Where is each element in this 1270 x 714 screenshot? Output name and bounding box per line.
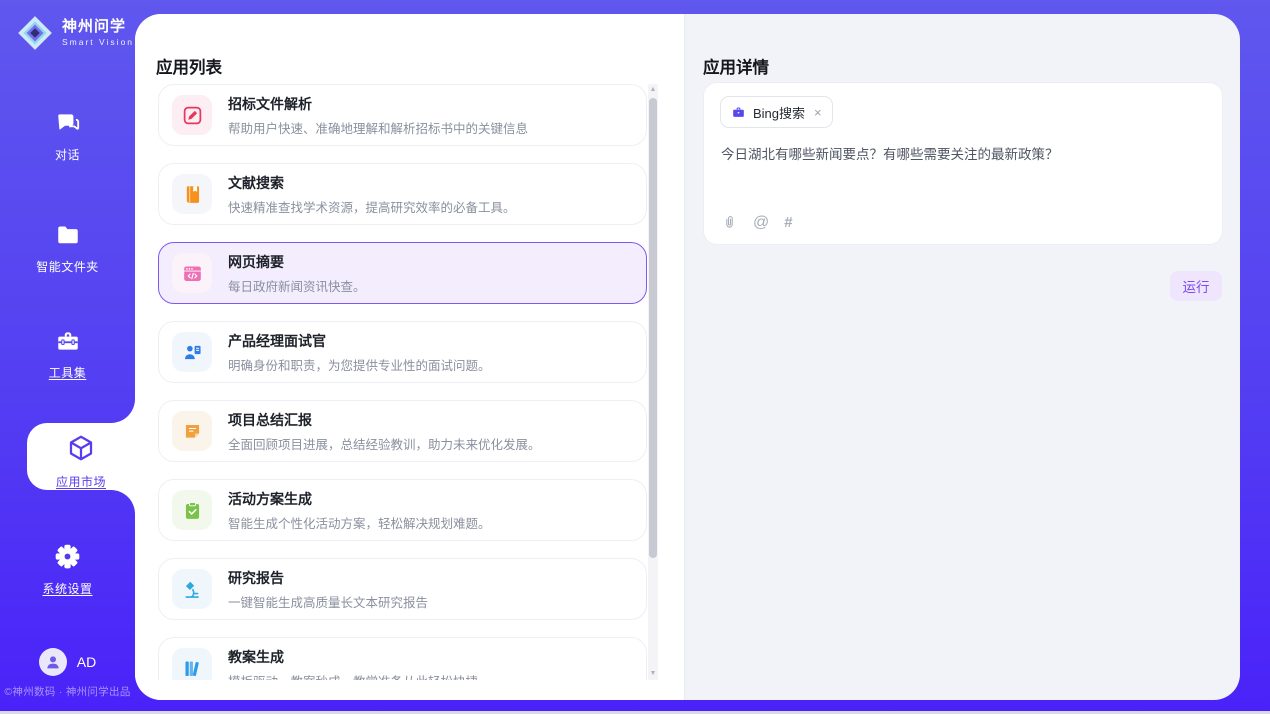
diamond-icon — [16, 14, 54, 52]
sidebar-item-label: 应用市场 — [27, 473, 135, 490]
app-list-panel: 应用列表 招标文件解析 帮助用户快速、准确地理解和解析招标书中的关键信息 文献搜… — [135, 14, 684, 700]
app-card[interactable]: 文献搜索 快速精准查找学术资源，提高研究效率的必备工具。 — [158, 163, 647, 225]
sidebar-item-label: 工具集 — [0, 364, 135, 381]
app-card[interactable]: 产品经理面试官 明确身份和职责，为您提供专业性的面试问题。 — [158, 321, 647, 383]
app-name: 网页摘要 — [228, 252, 366, 272]
sidebar: 神州问学 Smart Vision 对话 智能文件夹 工具集 应用市场 系统设置 — [0, 0, 135, 714]
scrollbar-down-icon[interactable]: ▼ — [648, 668, 658, 680]
browser-icon — [182, 263, 203, 284]
app-desc: 全面回顾项目进展，总结经验教训，助力未来优化发展。 — [228, 434, 541, 453]
sidebar-item-chat[interactable]: 对话 — [0, 110, 135, 163]
folder-icon — [55, 222, 81, 248]
input-toolbar: @ # — [721, 214, 793, 231]
app-desc: 模板驱动，教案秒成，教学准备从此轻松快捷 — [228, 671, 478, 681]
app-name: 产品经理面试官 — [228, 331, 491, 351]
app-card[interactable]: 招标文件解析 帮助用户快速、准确地理解和解析招标书中的关键信息 — [158, 84, 647, 146]
mention-icon[interactable]: @ — [753, 215, 769, 231]
note-icon — [182, 421, 203, 442]
copyright: ©神州数码 · 神州问学出品 — [0, 684, 135, 699]
gear-icon — [54, 543, 81, 570]
scrollbar-thumb[interactable] — [649, 98, 657, 558]
app-name: 活动方案生成 — [228, 489, 491, 509]
brand-logo: 神州问学 Smart Vision — [16, 14, 134, 52]
scrollbar-up-icon[interactable]: ▲ — [648, 84, 658, 96]
user-initials: AD — [77, 654, 96, 670]
app-desc: 每日政府新闻资讯快查。 — [228, 276, 366, 295]
app-detail-panel: 应用详情 Bing搜索 × 今日湖北有哪些新闻要点？有哪些需要关注的最新政策？ — [684, 14, 1240, 700]
app-card[interactable]: 网页摘要 每日政府新闻资讯快查。 — [158, 242, 647, 304]
app-card[interactable]: 研究报告 一键智能生成高质量长文本研究报告 — [158, 558, 647, 620]
app-icon-tile — [172, 95, 212, 135]
sidebar-item-label: 智能文件夹 — [0, 258, 135, 275]
app-icon-tile — [172, 569, 212, 609]
app-desc: 明确身份和职责，为您提供专业性的面试问题。 — [228, 355, 491, 374]
app-icon-tile — [172, 174, 212, 214]
app-card[interactable]: 教案生成 模板驱动，教案秒成，教学准备从此轻松快捷 — [158, 637, 647, 680]
scrollbar[interactable]: ▲ ▼ — [648, 84, 658, 680]
interview-icon — [182, 342, 203, 363]
app-icon-tile — [172, 332, 212, 372]
close-icon[interactable]: × — [814, 106, 822, 119]
user-profile[interactable]: AD — [0, 648, 135, 676]
app-desc: 快速精准查找学术资源，提高研究效率的必备工具。 — [228, 197, 516, 216]
sidebar-item-gear[interactable]: 系统设置 — [0, 543, 135, 597]
sidebar-item-folder[interactable]: 智能文件夹 — [0, 222, 135, 275]
app-icon-tile — [172, 253, 212, 293]
books-icon — [182, 658, 203, 679]
app-window: 神州问学 Smart Vision 对话 智能文件夹 工具集 应用市场 系统设置 — [0, 0, 1270, 714]
tool-tag-bing-search[interactable]: Bing搜索 × — [720, 96, 833, 128]
sidebar-item-label: 对话 — [0, 146, 135, 163]
attachment-icon[interactable] — [721, 214, 738, 231]
app-desc: 智能生成个性化活动方案，轻松解决规划难题。 — [228, 513, 491, 532]
app-desc: 帮助用户快速、准确地理解和解析招标书中的关键信息 — [228, 118, 528, 137]
active-tab-curve-top — [105, 393, 135, 423]
content-wrapper: 应用列表 招标文件解析 帮助用户快速、准确地理解和解析招标书中的关键信息 文献搜… — [135, 14, 1240, 700]
book-icon — [182, 184, 203, 205]
query-text[interactable]: 今日湖北有哪些新闻要点？有哪些需要关注的最新政策？ — [721, 145, 1207, 165]
app-icon-tile — [172, 490, 212, 530]
app-card[interactable]: 项目总结汇报 全面回顾项目进展，总结经验教训，助力未来优化发展。 — [158, 400, 647, 462]
brand-subtitle: Smart Vision — [62, 38, 134, 47]
app-name: 招标文件解析 — [228, 94, 528, 114]
sidebar-item-label: 系统设置 — [0, 580, 135, 597]
app-desc: 一键智能生成高质量长文本研究报告 — [228, 592, 428, 611]
app-name: 文献搜索 — [228, 173, 516, 193]
tool-tag-label: Bing搜索 — [753, 103, 805, 122]
clipboard-icon — [182, 500, 203, 521]
brand-name: 神州问学 — [62, 19, 134, 36]
prompt-input-card[interactable]: Bing搜索 × 今日湖北有哪些新闻要点？有哪些需要关注的最新政策？ @ # — [703, 82, 1223, 245]
sidebar-item-cube[interactable]: 应用市场 — [27, 433, 135, 490]
avatar — [39, 648, 67, 676]
briefcase-icon — [731, 105, 746, 120]
research-icon — [182, 579, 203, 600]
sidebar-item-toolbox[interactable]: 工具集 — [0, 328, 135, 381]
app-detail-title: 应用详情 — [703, 54, 769, 78]
app-icon-tile — [172, 648, 212, 680]
app-list-title: 应用列表 — [156, 54, 222, 78]
cube-icon — [66, 433, 96, 463]
app-name: 教案生成 — [228, 647, 478, 667]
run-button[interactable]: 运行 — [1170, 271, 1222, 301]
toolbox-icon — [55, 328, 81, 354]
app-card-list: 招标文件解析 帮助用户快速、准确地理解和解析招标书中的关键信息 文献搜索 快速精… — [158, 84, 647, 680]
app-name: 研究报告 — [228, 568, 428, 588]
app-name: 项目总结汇报 — [228, 410, 541, 430]
active-tab-curve-bottom — [105, 490, 135, 520]
hash-icon[interactable]: # — [784, 215, 792, 230]
app-card[interactable]: 活动方案生成 智能生成个性化活动方案，轻松解决规划难题。 — [158, 479, 647, 541]
app-icon-tile — [172, 411, 212, 451]
chat-icon — [55, 110, 81, 136]
edit-icon — [182, 105, 203, 126]
